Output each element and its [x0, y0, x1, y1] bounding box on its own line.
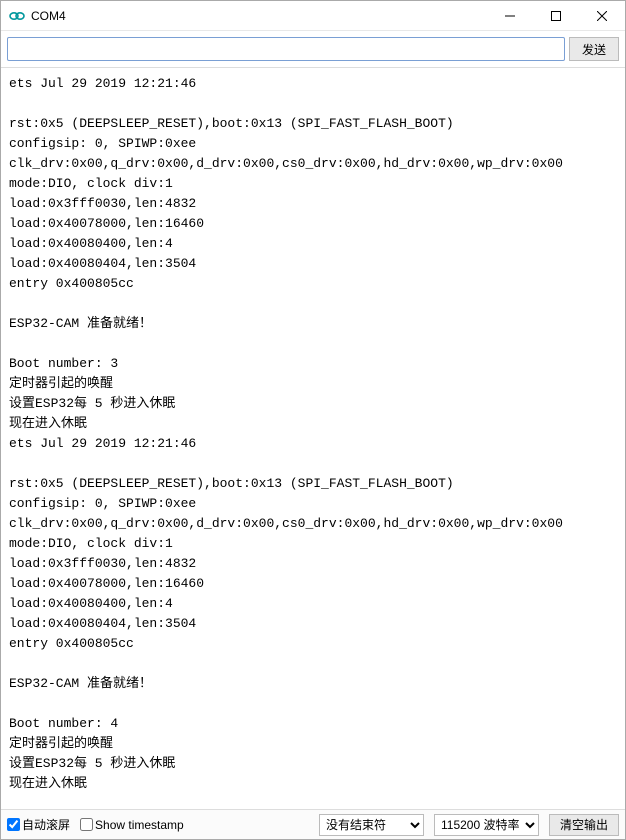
line-ending-select[interactable]: 没有结束符	[319, 814, 424, 836]
statusbar: 自动滚屏 Show timestamp 没有结束符 115200 波特率 清空输…	[1, 809, 625, 839]
window-controls	[487, 1, 625, 30]
autoscroll-checkbox-label[interactable]: 自动滚屏	[7, 816, 70, 833]
timestamp-checkbox-label[interactable]: Show timestamp	[80, 818, 184, 832]
command-input[interactable]	[7, 37, 565, 61]
baud-rate-select[interactable]: 115200 波特率	[434, 814, 539, 836]
input-row: 发送	[1, 31, 625, 68]
timestamp-label-text: Show timestamp	[95, 818, 184, 832]
autoscroll-label-text: 自动滚屏	[22, 816, 70, 833]
serial-monitor-window: COM4 发送 ets Jul 29 2019 12:21:46 rst:0x5…	[0, 0, 626, 840]
window-title: COM4	[31, 9, 487, 23]
clear-output-button[interactable]: 清空输出	[549, 814, 619, 836]
maximize-button[interactable]	[533, 1, 579, 30]
arduino-icon	[9, 8, 25, 24]
timestamp-checkbox[interactable]	[80, 818, 93, 831]
autoscroll-checkbox[interactable]	[7, 818, 20, 831]
send-button[interactable]: 发送	[569, 37, 619, 61]
minimize-button[interactable]	[487, 1, 533, 30]
titlebar: COM4	[1, 1, 625, 31]
console-output[interactable]: ets Jul 29 2019 12:21:46 rst:0x5 (DEEPSL…	[1, 68, 625, 809]
close-button[interactable]	[579, 1, 625, 30]
